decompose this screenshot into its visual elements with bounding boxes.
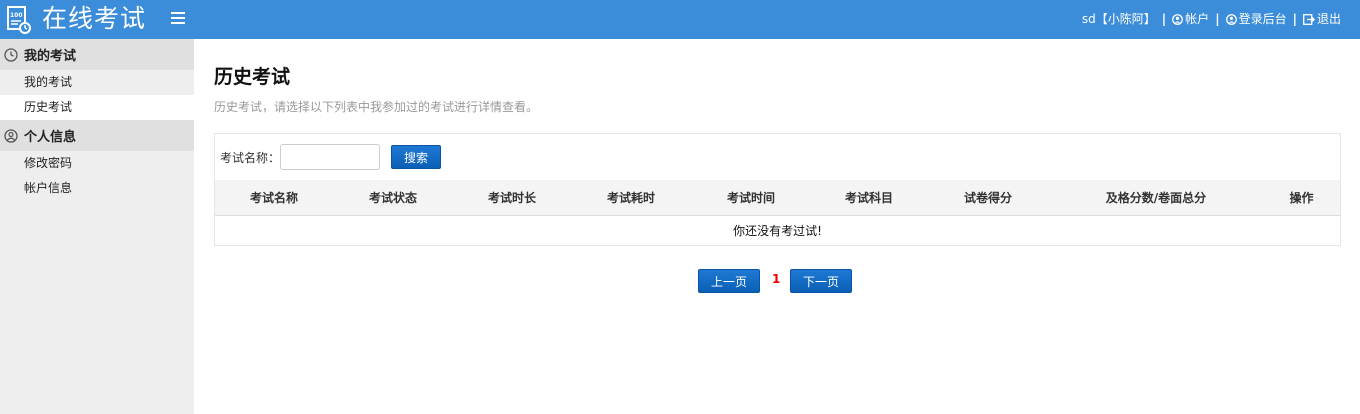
admin-login-link[interactable]: 登录后台 [1225, 11, 1287, 27]
pagination: 上一页 1 下一页 [214, 269, 1341, 293]
column-header: 考试科目 [844, 191, 893, 205]
column-header: 考试时间 [726, 191, 775, 205]
column-header: 考试耗时 [606, 191, 655, 205]
separator: | [1161, 12, 1167, 26]
logout-icon [1303, 13, 1315, 25]
user-name-link[interactable]: sd【小陈阿】 [1082, 11, 1156, 27]
column-header: 试卷得分 [963, 191, 1012, 205]
menu-toggle-icon[interactable] [171, 12, 185, 24]
logout-label: 退出 [1316, 12, 1341, 26]
logout-link[interactable]: 退出 [1303, 11, 1341, 27]
column-header: 及格分数/卷面总分 [1105, 191, 1207, 205]
column-header: 考试名称 [249, 191, 298, 205]
account-label: 帐户 [1185, 12, 1210, 26]
account-link[interactable]: 帐户 [1172, 11, 1209, 27]
exam-logo-icon: 100 [6, 5, 32, 35]
sidebar-group-label: 个人信息 [24, 130, 77, 145]
sidebar-group-label: 我的考试 [24, 49, 77, 64]
account-icon [1172, 13, 1184, 25]
separator: | [1292, 12, 1297, 26]
sidebar-item-account-info[interactable]: 帐户信息 [0, 176, 194, 201]
sidebar-item-change-password[interactable]: 修改密码 [0, 151, 194, 176]
user-toolbar: sd【小陈阿】 | 帐户 | 登录后台 | 退出 [1082, 11, 1341, 27]
admin-user-icon [1225, 13, 1237, 25]
sidebar-group-personal-info[interactable]: 个人信息 [0, 120, 194, 151]
admin-login-label: 登录后台 [1238, 12, 1287, 26]
current-page-number[interactable]: 1 [772, 272, 780, 286]
page-title: 历史考试 [214, 66, 291, 88]
table-header: 考试名称 考试状态 考试时长 考试耗时 考试时间 考试科目 试卷得分 及格分数/… [215, 180, 1340, 216]
top-header: 100 在线考试 sd【小陈阿】 | 帐户 | 登录后台 | 退出 [0, 0, 1360, 39]
exam-list-panel: 考试名称： 搜索 考试名称 考试状态 考试时长 考试耗时 考试时间 考试科目 试… [214, 133, 1341, 246]
sidebar-item-history-exams[interactable]: 历史考试 [0, 95, 194, 120]
page-description: 历史考试，请选择以下列表中我参加过的考试进行详情查看。 [214, 100, 539, 114]
column-header: 考试状态 [368, 191, 417, 205]
app-title: 在线考试 [42, 4, 147, 33]
search-label: 考试名称： [220, 150, 281, 165]
empty-table-message: 你还没有考过试! [733, 224, 822, 238]
search-bar: 考试名称： 搜索 [220, 144, 442, 170]
column-header: 操作 [1289, 191, 1314, 205]
next-page-button[interactable]: 下一页 [790, 269, 852, 293]
sidebar-item-my-exams[interactable]: 我的考试 [0, 70, 194, 95]
prev-page-button[interactable]: 上一页 [698, 269, 760, 293]
sidebar: 我的考试 我的考试 历史考试 个人信息 修改密码 帐户信息 [0, 39, 194, 414]
sidebar-group-my-exams[interactable]: 我的考试 [0, 39, 194, 70]
search-button[interactable]: 搜索 [391, 145, 442, 169]
svg-text:100: 100 [10, 12, 23, 19]
column-header: 考试时长 [487, 191, 536, 205]
user-icon [4, 128, 18, 143]
clock-icon [4, 47, 18, 62]
exam-name-search-input[interactable] [280, 144, 381, 170]
separator: | [1215, 12, 1220, 26]
